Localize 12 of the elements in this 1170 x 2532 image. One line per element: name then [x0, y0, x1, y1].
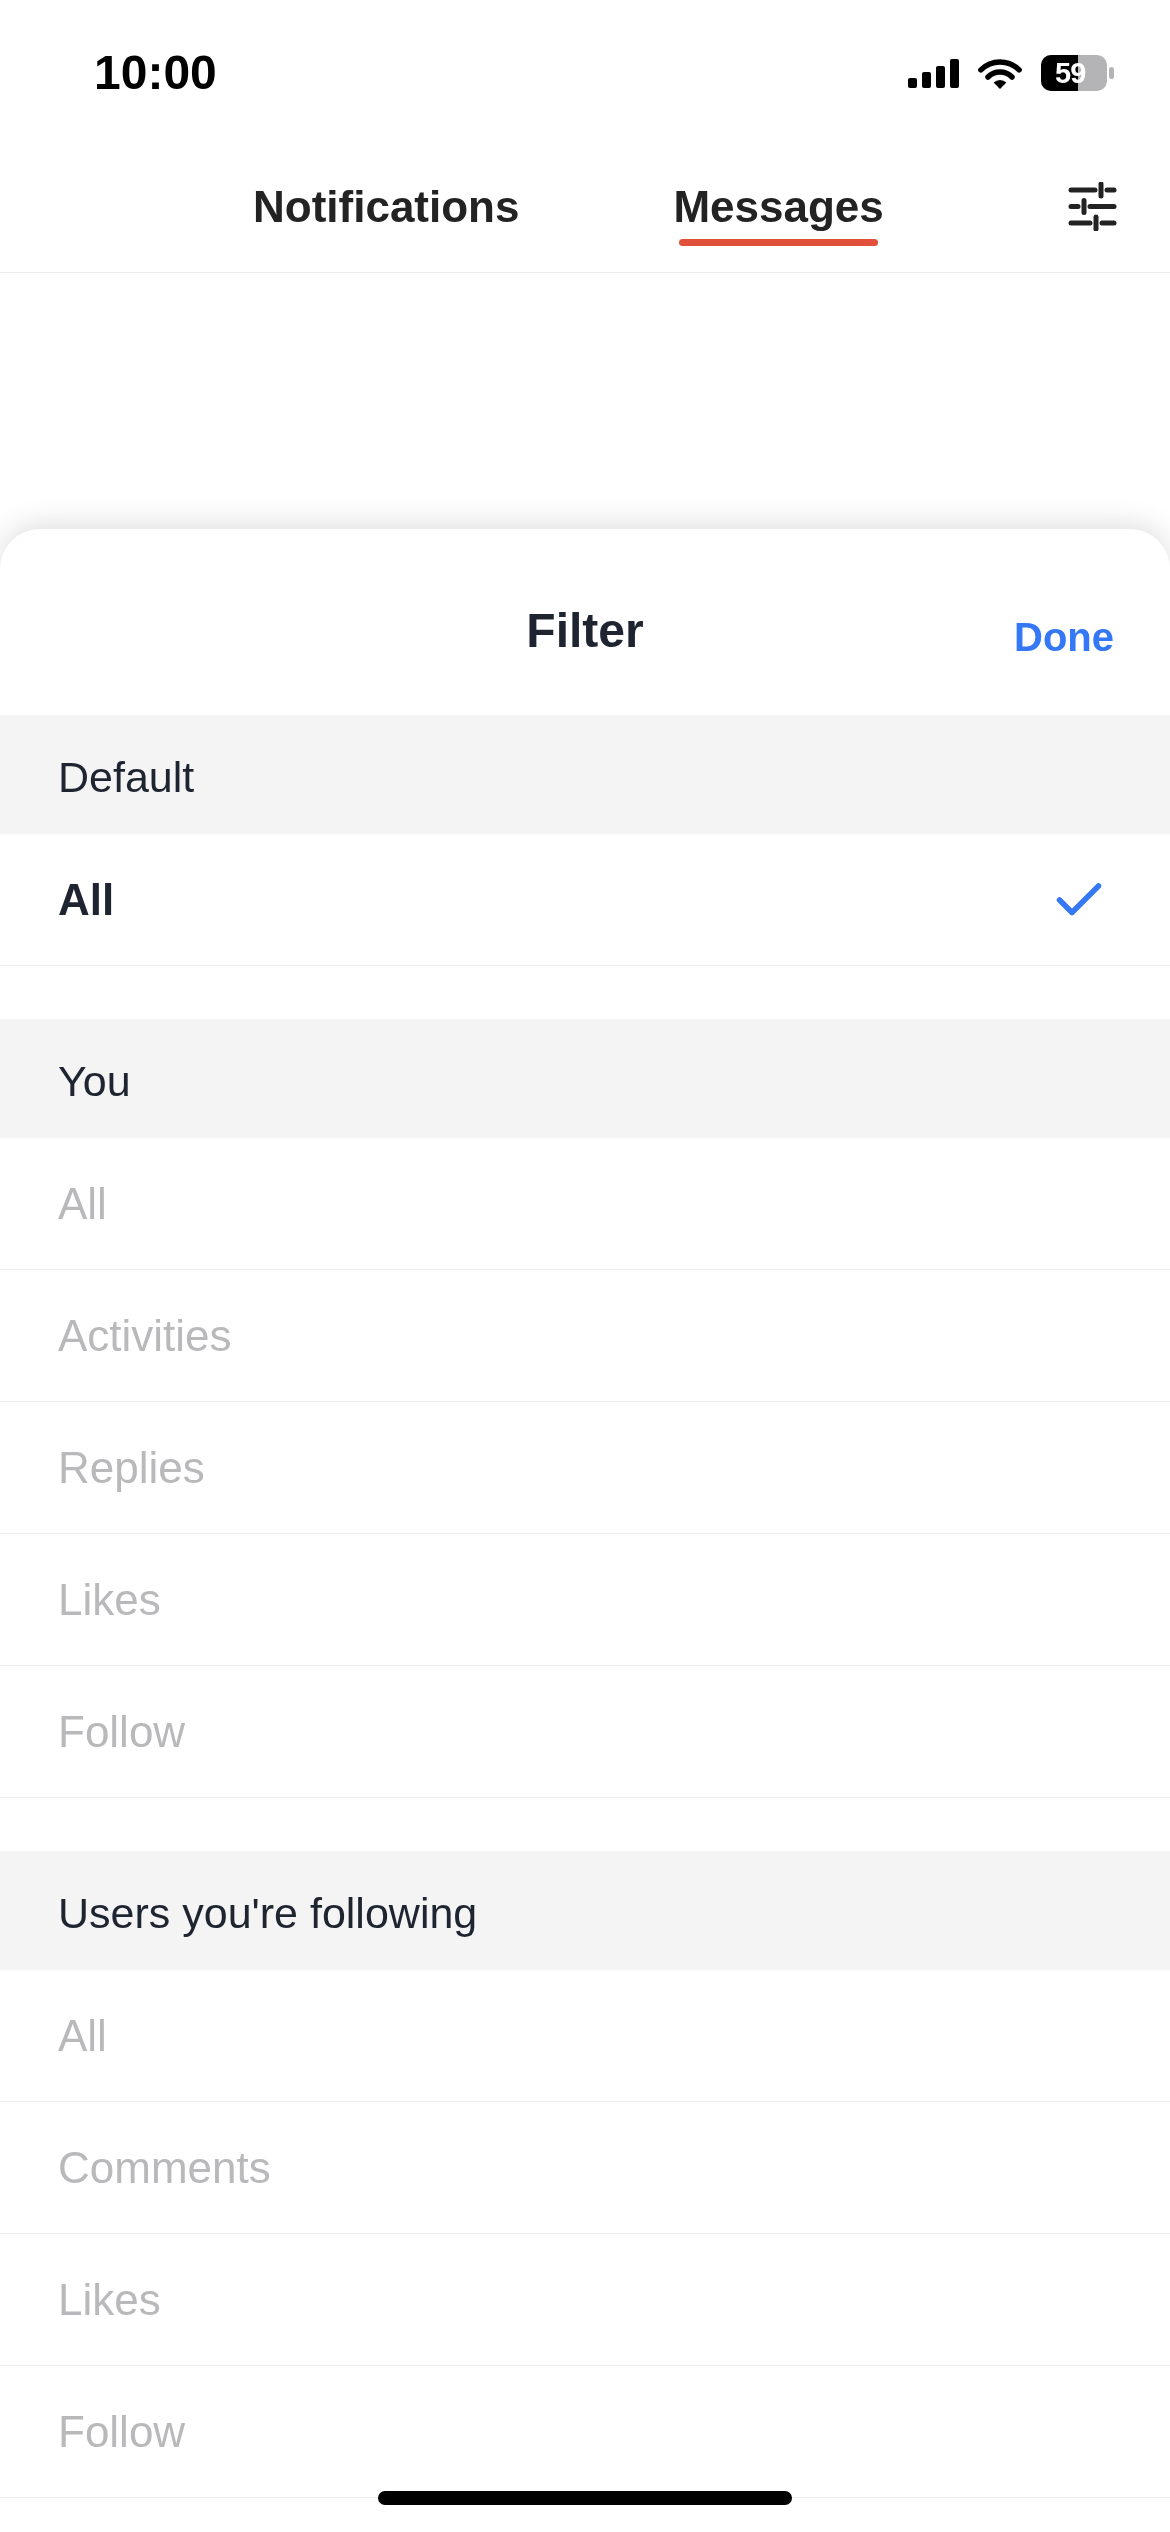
section-header: You — [0, 1019, 1170, 1138]
filter-option[interactable]: All — [0, 834, 1170, 966]
done-button[interactable]: Done — [1014, 613, 1114, 661]
wifi-icon — [976, 56, 1024, 90]
sliders-icon[interactable] — [1068, 182, 1117, 231]
status-time: 10:00 — [94, 49, 217, 97]
tab[interactable]: Notifications — [253, 182, 520, 246]
sheet-title: Filter — [526, 603, 644, 659]
tab[interactable]: Messages — [673, 182, 884, 246]
signal-icon — [908, 58, 959, 88]
section-header: Users you're following — [0, 1851, 1170, 1970]
section-header: Default — [0, 715, 1170, 834]
